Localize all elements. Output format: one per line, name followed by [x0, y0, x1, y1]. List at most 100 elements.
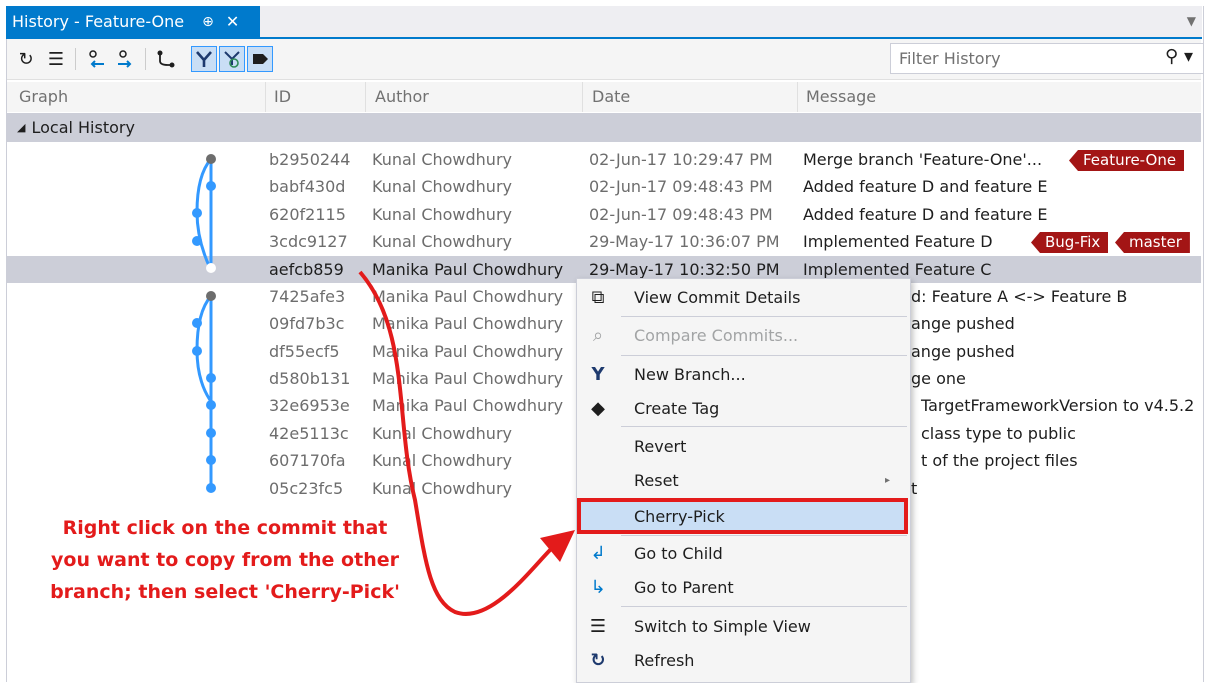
menu-separator — [621, 355, 907, 356]
compare-icon: ⌕ — [592, 324, 604, 346]
column-header: Graph ID Author Date Message — [7, 82, 1201, 112]
menu-item-view-commit-details[interactable]: ⧉ View Commit Details — [577, 281, 908, 313]
commit-id: 607170fa — [269, 451, 346, 470]
go-to-child-icon[interactable] — [83, 46, 109, 72]
column-id[interactable]: ID — [274, 87, 291, 106]
remote-branches-icon[interactable] — [219, 46, 245, 72]
column-message[interactable]: Message — [806, 87, 876, 106]
commit-id: 32e6953e — [269, 396, 350, 415]
column-author[interactable]: Author — [375, 87, 429, 106]
menu-item-label: Create Tag — [634, 398, 720, 418]
commit-id: 42e5113c — [269, 424, 349, 443]
commit-id: aefcb859 — [269, 260, 344, 279]
close-icon[interactable]: ✕ — [226, 12, 239, 31]
commit-id: d580b131 — [269, 369, 351, 388]
commit-message: class type to public — [921, 424, 1076, 443]
branch-tag[interactable]: master — [1115, 232, 1190, 253]
tab-bar: History - Feature-One ⊕ ✕ ▼ — [6, 6, 1202, 39]
refresh-icon[interactable]: ↻ — [13, 46, 39, 72]
commit-author: Kunal Chowdhury — [372, 205, 512, 224]
commit-author: Manika Paul Chowdhury — [372, 260, 564, 279]
menu-item-revert[interactable]: Revert — [577, 430, 908, 462]
commit-message: t — [911, 479, 918, 498]
group-label: Local History — [31, 118, 135, 137]
commit-date: 02-Jun-17 09:48:43 PM — [589, 205, 773, 224]
branch-tag[interactable]: Bug-Fix — [1031, 232, 1109, 253]
column-divider[interactable] — [365, 82, 366, 112]
menu-item-reset[interactable]: Reset ▸ — [577, 464, 908, 496]
menu-item-new-branch[interactable]: Y New Branch... — [577, 358, 908, 390]
simple-view-icon: ☰ — [589, 615, 607, 637]
toolbar-separator — [75, 48, 76, 70]
column-graph[interactable]: Graph — [19, 87, 68, 106]
menu-separator — [621, 316, 907, 317]
table-row[interactable]: 620f2115 Kunal Chowdhury 02-Jun-17 09:48… — [7, 201, 1201, 228]
menu-item-go-to-parent[interactable]: ↳ Go to Parent — [577, 571, 908, 603]
menu-item-label: Go to Child — [634, 543, 723, 563]
menu-separator — [621, 535, 907, 536]
branch-tag[interactable]: Feature-One — [1069, 150, 1185, 171]
commit-id: 3cdc9127 — [269, 232, 348, 251]
table-row[interactable]: 3cdc9127 Kunal Chowdhury 29-May-17 10:36… — [7, 228, 1201, 255]
commit-author: Kunal Chowdhury — [372, 424, 512, 443]
menu-item-create-tag[interactable]: ◆ Create Tag — [577, 392, 908, 424]
menu-item-label: New Branch... — [634, 364, 746, 384]
show-branches-icon[interactable] — [191, 46, 217, 72]
commit-message: ange pushed — [911, 342, 1015, 361]
submenu-arrow-icon: ▸ — [884, 474, 890, 486]
commit-message: TargetFrameworkVersion to v4.5.2 — [921, 396, 1195, 415]
commit-message: Added feature D and feature E — [803, 177, 1048, 196]
context-menu: ⧉ View Commit Details ⌕ Compare Commits.… — [576, 278, 911, 683]
chevron-down-icon[interactable]: ▼ — [1187, 14, 1196, 28]
table-row[interactable]: babf430d Kunal Chowdhury 02-Jun-17 09:48… — [7, 173, 1201, 200]
menu-item-label: Revert — [634, 436, 687, 456]
toolbar-separator — [145, 48, 146, 70]
menu-item-cherry-pick[interactable]: Cherry-Pick — [577, 498, 908, 534]
commit-author: Manika Paul Chowdhury — [372, 342, 564, 361]
toolbar: ↻ ☰ Filter History ⚲ ▾ — [7, 39, 1204, 80]
commit-author: Kunal Chowdhury — [372, 479, 512, 498]
commit-message: Implemented Feature C — [803, 260, 992, 279]
column-divider[interactable] — [265, 82, 266, 112]
commit-date: 02-Jun-17 10:29:47 PM — [589, 150, 773, 169]
commit-message: d: Feature A <-> Feature B — [911, 287, 1128, 306]
commit-message: t of the project files — [921, 451, 1078, 470]
go-to-parent-icon[interactable] — [113, 46, 139, 72]
commit-message: Added feature D and feature E — [803, 205, 1048, 224]
commit-message: Implemented Feature D — [803, 232, 993, 251]
search-icon[interactable]: ⚲ ▾ — [1165, 46, 1193, 67]
commit-id: b2950244 — [269, 150, 351, 169]
table-row[interactable]: b2950244 Kunal Chowdhury 02-Jun-17 10:29… — [7, 146, 1201, 173]
column-divider[interactable] — [797, 82, 798, 112]
menu-item-label: Switch to Simple View — [634, 616, 811, 636]
pin-icon[interactable]: ⊕ — [202, 14, 214, 30]
commit-message: ge one — [911, 369, 966, 388]
menu-item-label: Refresh — [634, 650, 695, 670]
collapse-arrow-icon[interactable]: ◢ — [17, 121, 25, 134]
tags-icon[interactable] — [247, 46, 273, 72]
menu-item-refresh[interactable]: ↻ Refresh — [577, 644, 908, 676]
commit-message: Merge branch 'Feature-One'... — [803, 150, 1043, 169]
annotation-text: Right click on the commit that you want … — [50, 517, 400, 603]
menu-item-switch-to-simple-view[interactable]: ☰ Switch to Simple View — [577, 610, 908, 642]
filter-history-input[interactable]: Filter History ⚲ ▾ — [890, 43, 1204, 74]
menu-item-label: Cherry-Pick — [634, 506, 725, 526]
commit-author: Manika Paul Chowdhury — [372, 287, 564, 306]
simple-view-icon[interactable]: ☰ — [43, 46, 69, 72]
menu-item-go-to-child[interactable]: ↲ Go to Child — [577, 537, 908, 569]
menu-separator — [621, 426, 907, 427]
commit-id: 05c23fc5 — [269, 479, 344, 498]
column-divider[interactable] — [582, 82, 583, 112]
commit-author: Manika Paul Chowdhury — [372, 314, 564, 333]
group-local-history[interactable]: ◢ Local History — [7, 113, 1201, 142]
graph-icon[interactable] — [153, 46, 179, 72]
menu-item-compare-commits[interactable]: ⌕ Compare Commits... — [577, 319, 908, 351]
tab-history[interactable]: History - Feature-One ⊕ ✕ — [6, 6, 260, 37]
commit-author: Kunal Chowdhury — [372, 451, 512, 470]
go-to-parent-icon: ↳ — [590, 576, 606, 598]
tag-icon: ◆ — [591, 397, 605, 419]
column-date[interactable]: Date — [592, 87, 630, 106]
commit-date: 29-May-17 10:32:50 PM — [589, 260, 780, 279]
commit-author: Kunal Chowdhury — [372, 177, 512, 196]
tab-title: History - Feature-One — [12, 12, 185, 31]
